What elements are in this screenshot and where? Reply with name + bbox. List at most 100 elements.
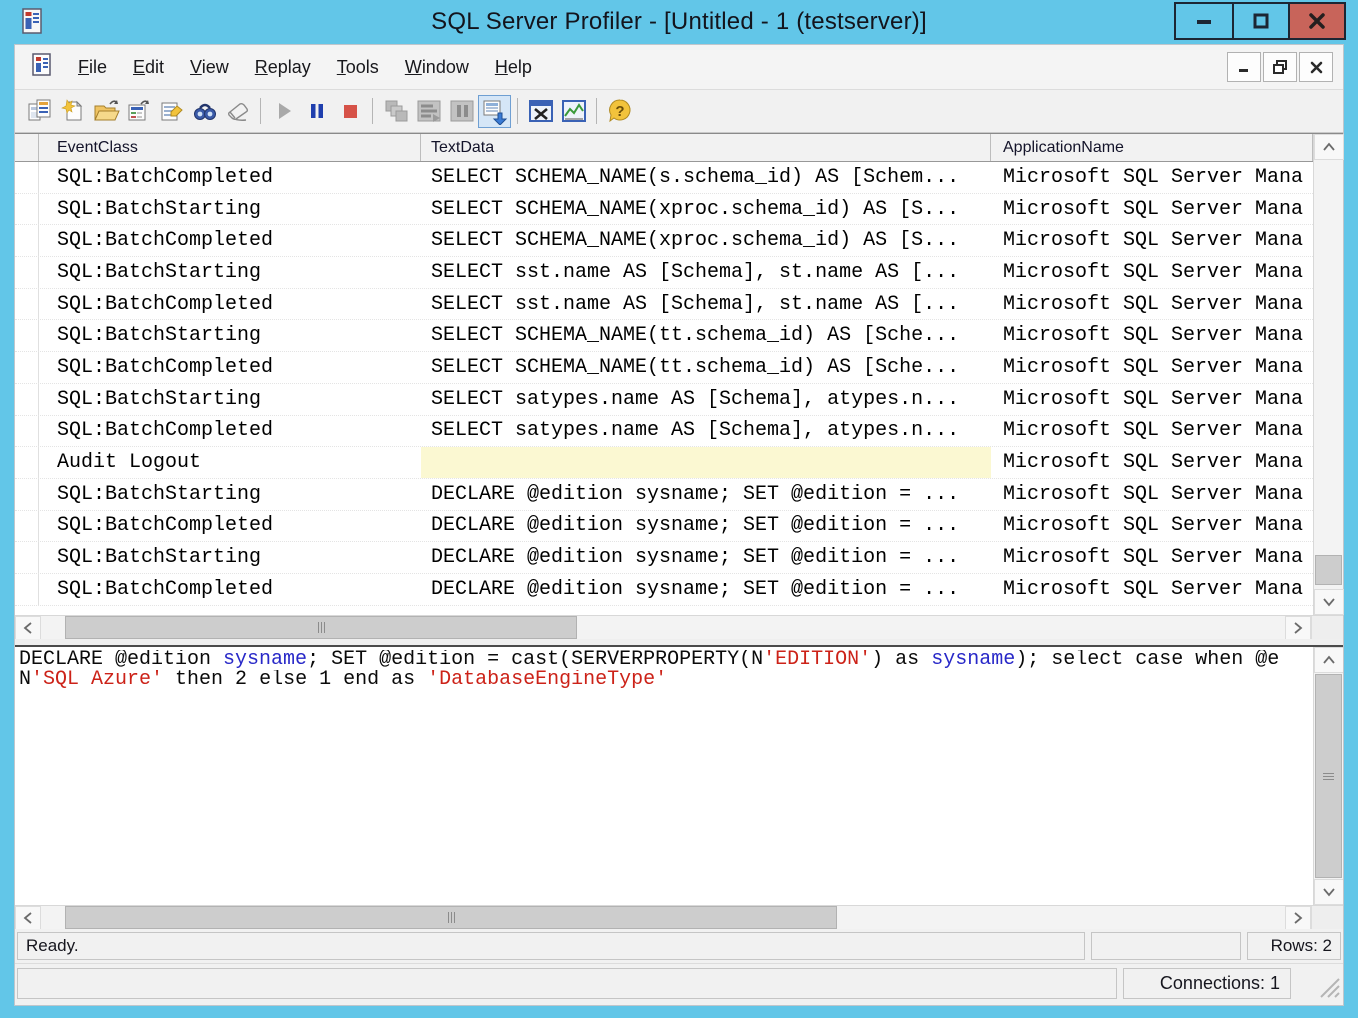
- table-row[interactable]: SQL:BatchStarting DECLARE @edition sysna…: [15, 542, 1313, 574]
- detail-vscroll-thumb[interactable]: [1315, 674, 1342, 878]
- table-row[interactable]: SQL:BatchCompleted SELECT SCHEMA_NAME(s.…: [15, 162, 1313, 194]
- row-selector-cell: [15, 416, 39, 447]
- grid-vscroll-track[interactable]: [1314, 160, 1343, 589]
- grid-hscroll-track[interactable]: [41, 616, 1285, 639]
- trace-properties-icon[interactable]: [155, 95, 188, 128]
- mdi-close-button[interactable]: [1299, 52, 1333, 82]
- cell-text-data: SELECT SCHEMA_NAME(tt.schema_id) AS [Sch…: [421, 320, 991, 351]
- toggle-breakpoint-icon[interactable]: [445, 95, 478, 128]
- cell-text-data: SELECT satypes.name AS [Schema], atypes.…: [421, 416, 991, 447]
- row-selector-cell: [15, 574, 39, 605]
- table-row[interactable]: SQL:BatchCompleted DECLARE @edition sysn…: [15, 574, 1313, 606]
- detail-vertical-scrollbar[interactable]: [1313, 647, 1343, 905]
- row-selector-cell: [15, 511, 39, 542]
- clear-trace-window-icon[interactable]: [221, 95, 254, 128]
- status-panel-empty: [17, 968, 1117, 999]
- menu-item[interactable]: File: [65, 53, 120, 82]
- scroll-down-icon[interactable]: [1314, 589, 1344, 615]
- cell-application-name: Microsoft SQL Server Mana: [991, 479, 1313, 510]
- document-icon: [29, 52, 55, 83]
- detail-horizontal-scrollbar[interactable]: [15, 905, 1343, 929]
- toolbar-separator: [596, 98, 597, 124]
- scroll-up-icon[interactable]: [1314, 134, 1344, 160]
- cell-application-name: Microsoft SQL Server Mana: [991, 225, 1313, 256]
- open-trace-table-icon[interactable]: [122, 95, 155, 128]
- row-selector-cell: [15, 542, 39, 573]
- table-row[interactable]: Audit Logout Microsoft SQL Server Mana: [15, 447, 1313, 479]
- status-connections-count: Connections: 1: [1123, 968, 1291, 999]
- column-header-textdata: TextData: [421, 134, 991, 161]
- table-row[interactable]: SQL:BatchStarting SELECT sst.name AS [Sc…: [15, 257, 1313, 289]
- sql-token: 'SQL Azure': [31, 670, 163, 690]
- menu-item[interactable]: Help: [482, 53, 545, 82]
- scroll-left-icon[interactable]: [15, 616, 41, 640]
- row-selector-cell: [15, 194, 39, 225]
- launch-tuning-advisor-icon[interactable]: [524, 95, 557, 128]
- open-trace-file-icon[interactable]: [89, 95, 122, 128]
- cell-event-class: SQL:BatchCompleted: [39, 289, 421, 320]
- resize-grip[interactable]: [1297, 968, 1341, 999]
- new-trace-icon[interactable]: [23, 95, 56, 128]
- detail-hscroll-track[interactable]: [41, 906, 1285, 929]
- run-to-cursor-icon[interactable]: [412, 95, 445, 128]
- cell-event-class: SQL:BatchCompleted: [39, 511, 421, 542]
- cell-application-name: Microsoft SQL Server Mana: [991, 320, 1313, 351]
- cell-text-data: DECLARE @edition sysname; SET @edition =…: [421, 542, 991, 573]
- status-panel-empty: [1091, 932, 1241, 960]
- maximize-button[interactable]: [1232, 4, 1288, 38]
- menu-item[interactable]: Tools: [324, 53, 392, 82]
- table-row[interactable]: SQL:BatchStarting SELECT SCHEMA_NAME(xpr…: [15, 194, 1313, 226]
- scroll-right-icon[interactable]: [1285, 616, 1311, 640]
- new-document-icon[interactable]: [56, 95, 89, 128]
- execute-one-step-icon[interactable]: [379, 95, 412, 128]
- menu-items: FileEditViewReplayToolsWindowHelp: [65, 53, 545, 82]
- menu-item[interactable]: Replay: [242, 53, 324, 82]
- cell-application-name: Microsoft SQL Server Mana: [991, 447, 1313, 478]
- mdi-restore-button[interactable]: [1263, 52, 1297, 82]
- cell-event-class: SQL:BatchStarting: [39, 384, 421, 415]
- launch-system-monitor-icon[interactable]: [557, 95, 590, 128]
- sql-text-view[interactable]: DECLARE @edition sysname; SET @edition =…: [15, 647, 1313, 905]
- scroll-up-icon[interactable]: [1314, 647, 1343, 673]
- column-header-eventclass: EventClass: [39, 134, 421, 161]
- cell-application-name: Microsoft SQL Server Mana: [991, 162, 1313, 193]
- scroll-left-icon[interactable]: [15, 906, 41, 930]
- detail-vscroll-track[interactable]: [1314, 673, 1343, 879]
- cell-application-name: Microsoft SQL Server Mana: [991, 574, 1313, 605]
- table-row[interactable]: SQL:BatchStarting SELECT SCHEMA_NAME(tt.…: [15, 320, 1313, 352]
- auto-scroll-icon[interactable]: [478, 95, 511, 128]
- table-row[interactable]: SQL:BatchCompleted DECLARE @edition sysn…: [15, 511, 1313, 543]
- sql-token: ); select case when @e: [1015, 650, 1279, 670]
- table-row[interactable]: SQL:BatchCompleted SELECT sst.name AS [S…: [15, 289, 1313, 321]
- help-icon[interactable]: ?: [603, 95, 636, 128]
- stop-icon[interactable]: [333, 95, 366, 128]
- table-row[interactable]: SQL:BatchCompleted SELECT SCHEMA_NAME(tt…: [15, 352, 1313, 384]
- scroll-down-icon[interactable]: [1314, 879, 1343, 905]
- grid-vertical-scrollbar[interactable]: [1313, 134, 1343, 615]
- table-row[interactable]: SQL:BatchCompleted SELECT SCHEMA_NAME(xp…: [15, 225, 1313, 257]
- table-row[interactable]: SQL:BatchCompleted SELECT satypes.name A…: [15, 416, 1313, 448]
- toolbar-separator: [260, 98, 261, 124]
- close-button[interactable]: [1288, 4, 1344, 38]
- cell-text-data: SELECT SCHEMA_NAME(xproc.schema_id) AS […: [421, 225, 991, 256]
- grid-vscroll-thumb[interactable]: [1315, 555, 1342, 585]
- sql-token: ) as: [871, 650, 931, 670]
- menu-item[interactable]: Window: [392, 53, 482, 82]
- cell-event-class: SQL:BatchCompleted: [39, 162, 421, 193]
- menu-item[interactable]: Edit: [120, 53, 177, 82]
- cell-application-name: Microsoft SQL Server Mana: [991, 416, 1313, 447]
- grid-horizontal-scrollbar[interactable]: [15, 615, 1343, 639]
- table-row[interactable]: SQL:BatchStarting DECLARE @edition sysna…: [15, 479, 1313, 511]
- grid-hscroll-thumb[interactable]: [65, 616, 577, 639]
- detail-hscroll-thumb[interactable]: [65, 906, 837, 929]
- start-replay-icon[interactable]: [267, 95, 300, 128]
- menu-item[interactable]: View: [177, 53, 242, 82]
- find-icon[interactable]: [188, 95, 221, 128]
- cell-event-class: SQL:BatchCompleted: [39, 416, 421, 447]
- scroll-right-icon[interactable]: [1285, 906, 1311, 930]
- pause-icon[interactable]: [300, 95, 333, 128]
- mdi-minimize-button[interactable]: [1227, 52, 1261, 82]
- minimize-button[interactable]: [1176, 4, 1232, 38]
- table-row[interactable]: SQL:BatchStarting SELECT satypes.name AS…: [15, 384, 1313, 416]
- sql-token: sysname: [223, 650, 307, 670]
